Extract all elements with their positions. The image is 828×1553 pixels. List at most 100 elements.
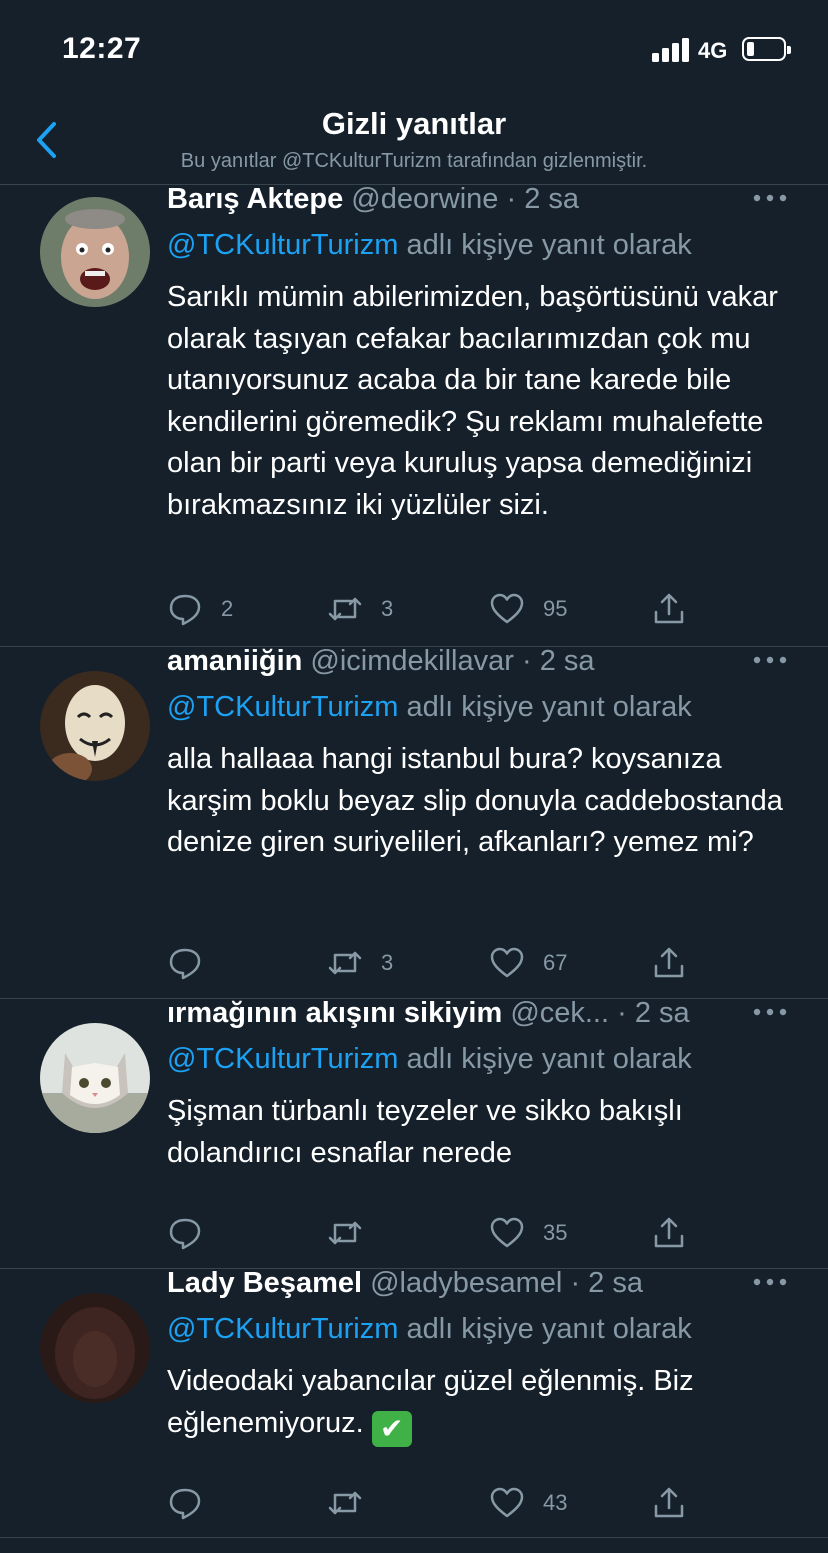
timestamp: 2 sa <box>634 997 690 1029</box>
username[interactable]: @ladybesamel <box>370 1267 562 1299</box>
share-icon <box>654 1217 684 1248</box>
separator-dot: · <box>617 997 627 1029</box>
share-button[interactable] <box>651 1483 687 1523</box>
reply-suffix: adlı kişiye yanıt olarak <box>406 691 692 723</box>
like-button[interactable]: 67 <box>489 943 567 983</box>
tweet-header: ırmağının akışını sikiyim @cek... · 2 sa <box>167 997 757 1030</box>
status-time: 12:27 <box>62 32 142 65</box>
like-button[interactable]: 35 <box>489 1213 567 1253</box>
reply-suffix: adlı kişiye yanıt olarak <box>406 229 692 261</box>
tweet-header: amaniiğin @icimdekillavar · 2 sa <box>167 645 757 678</box>
share-icon <box>654 593 684 624</box>
separator-dot: · <box>506 183 517 215</box>
tweet-text-content: Videodaki yabancılar güzel eğlenmiş. Biz… <box>167 1365 694 1439</box>
check-mark-emoji: ✔ <box>371 1410 412 1447</box>
retweet-button[interactable]: 3 <box>327 943 393 983</box>
reply-icon <box>169 948 201 980</box>
timestamp: 2 sa <box>588 1267 643 1299</box>
reply-suffix: adlı kişiye yanıt olarak <box>406 1313 692 1345</box>
replying-to: @TCKulturTurizm adlı kişiye yanıt olarak <box>167 1313 692 1346</box>
tweet-actions: 3 67 <box>167 943 727 983</box>
page-subtitle: Bu yanıtlar @TCKulturTurizm tarafından g… <box>180 150 648 172</box>
tweet-text: Sarıklı mümin abilerimizden, başörtüsünü… <box>167 281 778 521</box>
heart-icon <box>490 947 524 978</box>
share-icon <box>654 1487 684 1518</box>
username[interactable]: @cek... <box>510 997 609 1029</box>
avatar[interactable] <box>40 671 150 781</box>
like-button[interactable]: 95 <box>489 589 567 629</box>
display-name[interactable]: amaniiğin <box>167 645 302 677</box>
replying-to: @TCKulturTurizm adlı kişiye yanıt olarak <box>167 1043 692 1076</box>
retweet-button[interactable] <box>327 1213 381 1253</box>
retweet-count: 3 <box>381 596 394 621</box>
display-name[interactable]: Barış Aktepe <box>167 183 343 215</box>
like-count: 95 <box>543 596 568 621</box>
status-bar: 12:27 4G <box>0 0 828 100</box>
retweet-button[interactable] <box>327 1483 381 1523</box>
tweet-header: Barış Aktepe @deorwine · 2 sa <box>167 183 757 216</box>
tweet-card[interactable]: Lady Beşamel @ladybesamel · 2 sa @TCKult… <box>0 1267 828 1538</box>
share-button[interactable] <box>651 943 687 983</box>
username[interactable]: @icimdekillavar <box>310 645 513 677</box>
reply-button[interactable] <box>167 1483 221 1523</box>
reply-button[interactable]: 2 <box>167 589 233 629</box>
reply-icon <box>169 1488 201 1520</box>
tweet-card[interactable]: ırmağının akışını sikiyim @cek... · 2 sa… <box>0 997 828 1269</box>
display-name[interactable]: Lady Beşamel <box>167 1267 362 1299</box>
replying-to: @TCKulturTurizm adlı kişiye yanıt olarak <box>167 229 692 262</box>
network-type: 4G <box>698 38 728 63</box>
retweet-count: 3 <box>381 950 394 975</box>
page-title: Gizli yanıtlar <box>321 106 507 141</box>
reply-button[interactable] <box>167 1213 221 1253</box>
like-count: 43 <box>543 1490 568 1515</box>
tweet-card[interactable]: Barış Aktepe @deorwine · 2 sa @TCKulturT… <box>0 183 828 647</box>
share-icon <box>654 947 684 978</box>
avatar[interactable] <box>40 1293 150 1403</box>
more-options-icon[interactable] <box>752 1277 788 1287</box>
share-button[interactable] <box>651 589 687 629</box>
heart-icon <box>490 1487 524 1518</box>
separator-dot: · <box>570 1267 581 1299</box>
more-options-icon[interactable] <box>752 193 788 203</box>
reply-mention-link[interactable]: @TCKulturTurizm <box>167 1043 398 1075</box>
like-count: 67 <box>543 950 568 975</box>
reply-button[interactable] <box>167 943 221 983</box>
reply-icon <box>169 594 201 626</box>
tweet-actions: 43 <box>167 1483 727 1523</box>
replying-to: @TCKulturTurizm adlı kişiye yanıt olarak <box>167 691 692 724</box>
retweet-icon <box>328 1491 362 1515</box>
username[interactable]: @deorwine <box>351 183 498 215</box>
tweet-text: alla hallaaa hangi istanbul bura? koysan… <box>167 743 783 858</box>
battery-icon <box>742 37 791 61</box>
more-options-icon[interactable] <box>752 655 788 665</box>
retweet-icon <box>328 951 362 975</box>
separator-dot: · <box>521 645 532 677</box>
display-name[interactable]: ırmağının akışını sikiyim <box>167 997 502 1029</box>
heart-icon <box>490 593 524 624</box>
like-button[interactable]: 43 <box>489 1483 567 1523</box>
tweet-actions: 2 3 95 <box>167 589 727 629</box>
page-header: Gizli yanıtlar Bu yanıtlar @TCKulturTuri… <box>0 100 828 185</box>
more-options-icon[interactable] <box>752 1007 788 1017</box>
reply-mention-link[interactable]: @TCKulturTurizm <box>167 229 398 261</box>
retweet-icon <box>328 597 362 621</box>
reply-mention-link[interactable]: @TCKulturTurizm <box>167 1313 398 1345</box>
avatar[interactable] <box>40 1023 150 1133</box>
reply-icon <box>169 1218 201 1250</box>
reply-mention-link[interactable]: @TCKulturTurizm <box>167 691 398 723</box>
heart-icon <box>490 1217 524 1248</box>
tweet-card[interactable]: amaniiğin @icimdekillavar · 2 sa @TCKult… <box>0 645 828 999</box>
retweet-button[interactable]: 3 <box>327 589 393 629</box>
avatar[interactable] <box>40 197 150 307</box>
timestamp: 2 sa <box>524 183 580 215</box>
cellular-signal-icon <box>652 38 689 62</box>
tweet-header: Lady Beşamel @ladybesamel · 2 sa <box>167 1267 757 1300</box>
reply-suffix: adlı kişiye yanıt olarak <box>406 1043 692 1075</box>
reply-count: 2 <box>221 596 234 621</box>
tweet-actions: 35 <box>167 1213 727 1253</box>
share-button[interactable] <box>651 1213 687 1253</box>
like-count: 35 <box>543 1220 568 1245</box>
tweet-text: Videodaki yabancılar güzel eğlenmiş. Biz… <box>167 1361 797 1447</box>
timestamp: 2 sa <box>539 645 595 677</box>
tweet-text: Şişman türbanlı teyzeler ve sikko bakışl… <box>167 1095 683 1169</box>
